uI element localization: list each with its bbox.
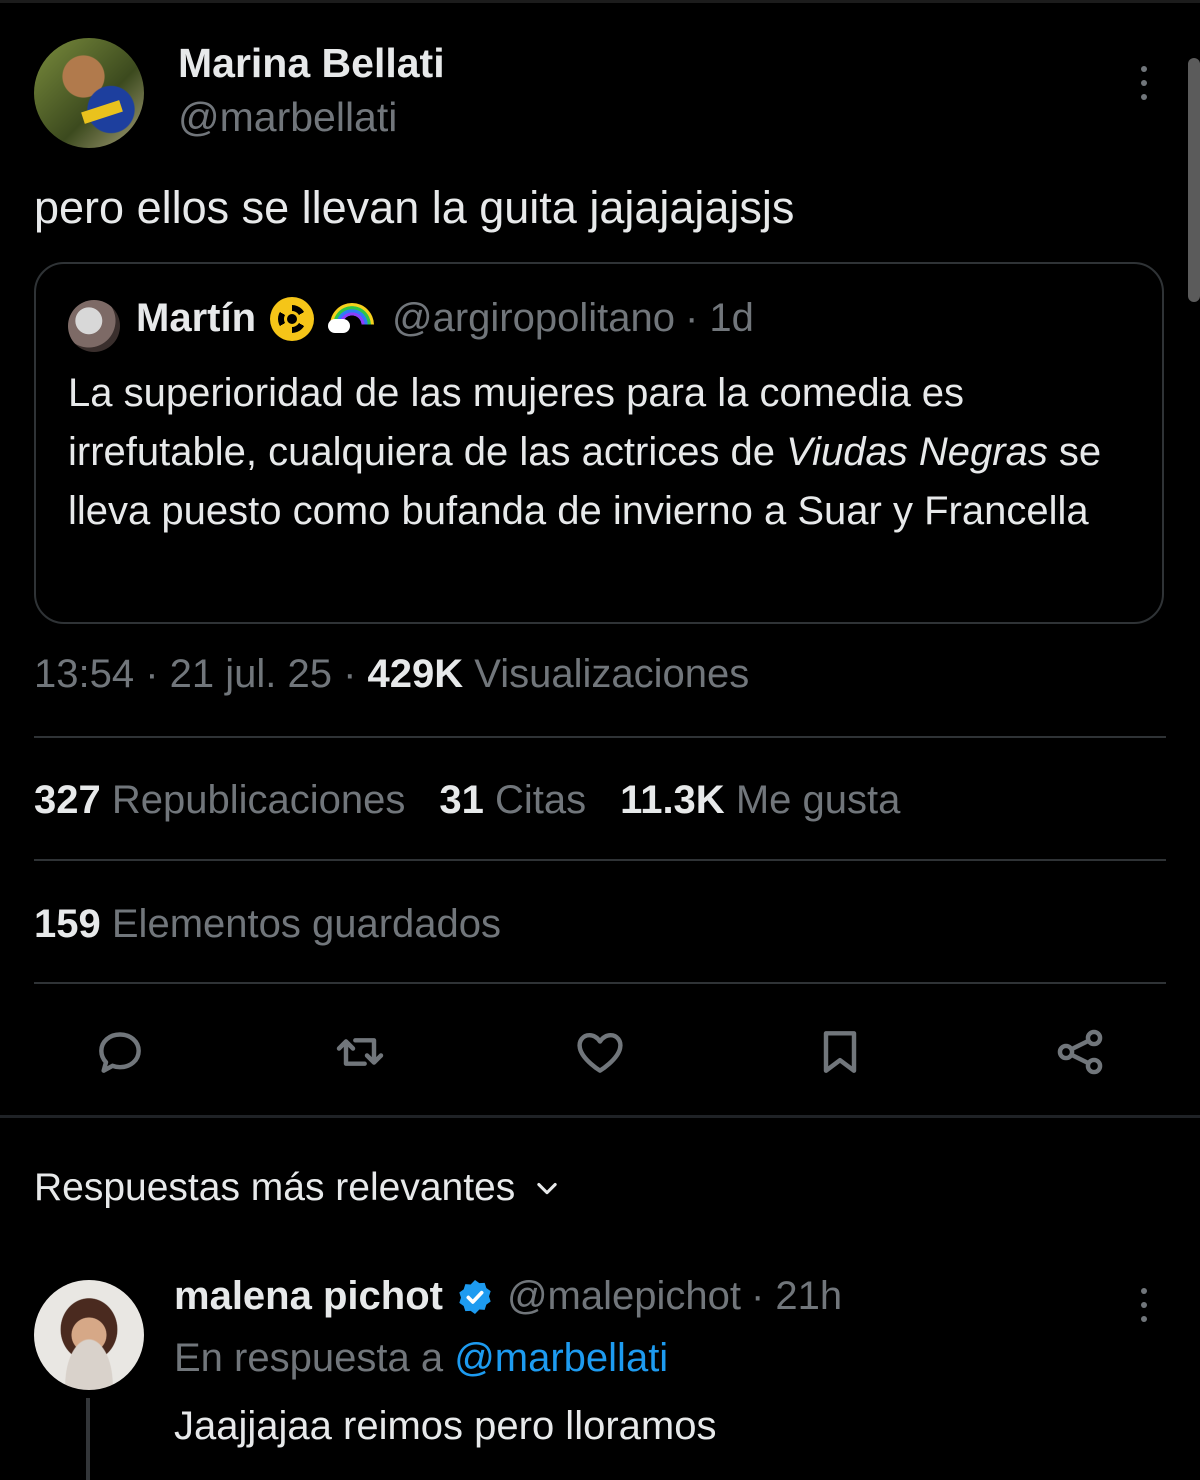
reply-author-name[interactable]: malena pichot — [174, 1274, 443, 1319]
author-handle[interactable]: @marbellati — [178, 94, 397, 141]
tweet-time: 13:54 — [34, 652, 135, 696]
author-avatar[interactable] — [34, 38, 144, 148]
reply-header: malena pichot @malepichot · 21h — [174, 1274, 842, 1319]
divider — [34, 982, 1166, 984]
reply-context: En respuesta a @marbellati — [174, 1336, 668, 1381]
reply-icon — [99, 1032, 141, 1073]
repost-icon — [336, 1038, 384, 1066]
bookmarks-stat[interactable]: 159 Elementos guardados — [34, 902, 501, 947]
views-label: Visualizaciones — [474, 652, 750, 696]
replies-sort-label: Respuestas más relevantes — [34, 1166, 516, 1209]
repost-button[interactable] — [332, 1024, 388, 1080]
quoted-tweet[interactable]: Martín @argiropolitano · 1d La superiori… — [34, 262, 1164, 624]
reposts-stat[interactable]: 327 Republicaciones — [34, 778, 405, 822]
quoted-time: · 1d — [685, 296, 754, 340]
quotes-stat[interactable]: 31 Citas — [439, 778, 586, 822]
replies-sort-dropdown[interactable]: Respuestas más relevantes — [34, 1166, 561, 1210]
top-border — [0, 0, 1200, 3]
quoted-text-italic: Viudas Negras — [786, 430, 1048, 474]
bookmark-icon — [823, 1031, 857, 1073]
tweet-text: pero ellos se llevan la guita jajajajajs… — [34, 182, 795, 233]
engagement-stats: 327 Republicaciones 31 Citas 11.3K Me gust… — [34, 778, 900, 823]
author-name[interactable]: Marina Bellati — [178, 40, 445, 87]
divider — [34, 736, 1166, 738]
share-icon — [1057, 1029, 1103, 1075]
more-options-icon[interactable] — [1140, 66, 1148, 100]
reply-more-options-icon[interactable] — [1140, 1288, 1148, 1322]
tweet-meta: 13:54 · 21 jul. 25 · 429K Visualizacione… — [34, 652, 750, 696]
reply-to-handle-link[interactable]: @marbellati — [454, 1336, 668, 1380]
reply-author-handle[interactable]: @malepichot — [507, 1274, 741, 1319]
scrollbar-thumb[interactable] — [1188, 58, 1200, 302]
quoted-header: Martín @argiropolitano · 1d — [136, 296, 754, 341]
quoted-text: La superioridad de las mujeres para la c… — [68, 364, 1138, 541]
rainbow-icon — [328, 297, 378, 341]
section-divider — [0, 1115, 1200, 1118]
reply-to-prefix: En respuesta a — [174, 1336, 444, 1380]
reply-text: Jaajjajaa reimos pero lloramos — [174, 1404, 717, 1448]
chevron-down-icon — [537, 1182, 557, 1195]
quoted-author-handle: @argiropolitano — [392, 296, 675, 340]
tweet-date: 21 jul. 25 — [169, 652, 332, 696]
quoted-author-avatar — [68, 300, 120, 352]
heart-icon — [577, 1032, 623, 1073]
share-button[interactable] — [1052, 1024, 1108, 1080]
thread-line — [86, 1398, 90, 1480]
reply-author-avatar[interactable] — [34, 1280, 144, 1390]
reply-button[interactable] — [92, 1024, 148, 1080]
divider — [34, 859, 1166, 861]
views-count: 429K — [367, 652, 464, 696]
verified-badge-icon — [459, 1279, 491, 1314]
likes-stat[interactable]: 11.3K Me gusta — [620, 778, 900, 822]
like-button[interactable] — [572, 1024, 628, 1080]
quoted-author-name: Martín — [136, 296, 256, 340]
radioactive-icon — [270, 296, 314, 341]
bookmark-button[interactable] — [812, 1024, 868, 1080]
reply-time: · 21h — [751, 1274, 843, 1318]
